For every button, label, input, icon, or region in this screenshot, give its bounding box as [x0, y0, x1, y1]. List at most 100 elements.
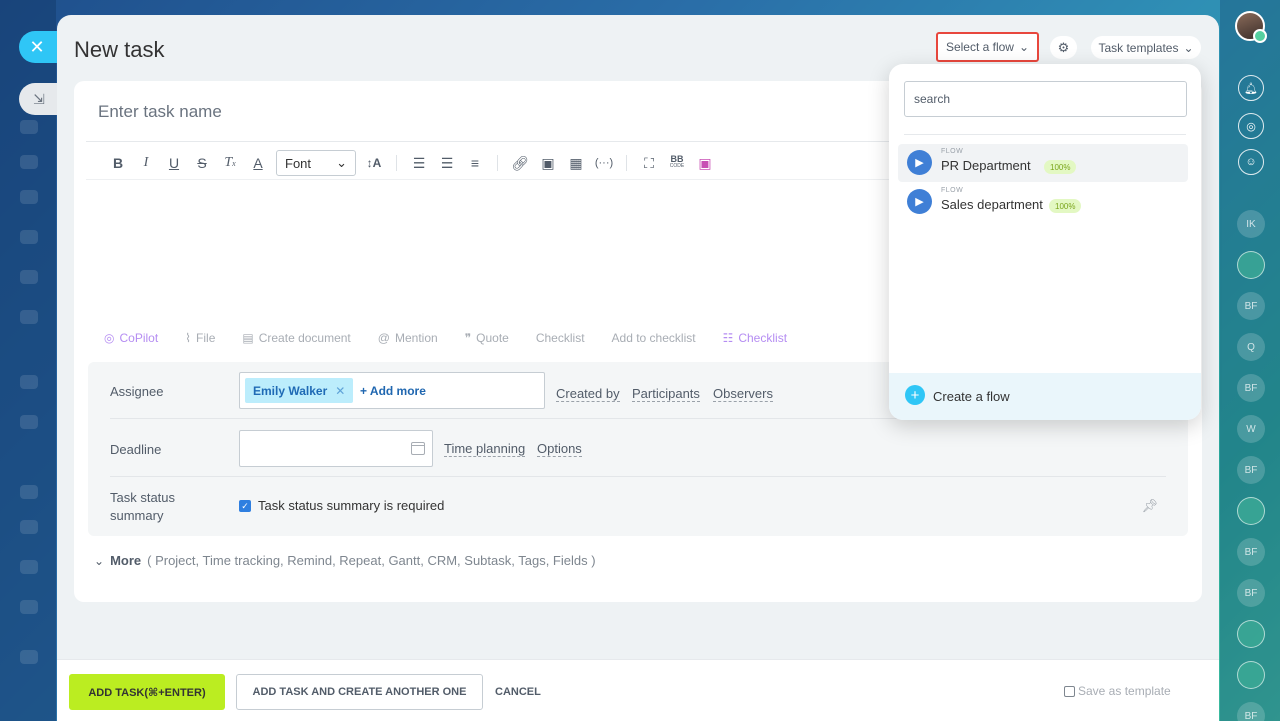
clear-format-icon[interactable]: Tx	[216, 151, 244, 175]
close-icon: ✕	[29, 36, 45, 57]
align-icon[interactable]: ≡	[461, 151, 489, 175]
copilot-icon[interactable]: ◎	[1238, 113, 1264, 139]
create-flow-row[interactable]: + Create a flow	[889, 373, 1201, 420]
flow-icon: ▶	[907, 150, 932, 175]
save-as-template[interactable]: Save as template	[1064, 684, 1171, 698]
font-size-icon[interactable]: ↕A	[360, 151, 388, 175]
rail-avatar-circle[interactable]: IK	[1237, 210, 1265, 238]
font-select[interactable]: Font ⌄	[276, 150, 356, 176]
create-document-action[interactable]: ▤ Create document	[242, 331, 350, 345]
chevron-down-icon: ⌄	[94, 553, 105, 568]
strikethrough-icon[interactable]: S	[188, 151, 216, 175]
file-action[interactable]: ⌇ File	[185, 331, 215, 345]
options-link[interactable]: Options	[537, 441, 582, 457]
pin-icon[interactable]: 📌︎	[1141, 498, 1158, 514]
rail-avatar-circle[interactable]	[1237, 497, 1265, 525]
create-document-label: Create document	[258, 331, 351, 345]
assignee-chip-label: Emily Walker	[253, 383, 328, 398]
participants-link[interactable]: Participants	[632, 386, 700, 402]
rail-avatar-circle[interactable]: BF	[1237, 292, 1265, 320]
add-more-link[interactable]: + Add more	[360, 384, 426, 398]
add-and-create-another-button[interactable]: ADD TASK AND CREATE ANOTHER ONE	[236, 674, 483, 710]
bold-icon[interactable]: B	[104, 151, 132, 175]
editor-actions: ◎ CoPilot ⌇ File ▤ Create document @ Mention…	[104, 331, 787, 345]
flow-efficiency-badge: 100%	[1044, 160, 1077, 174]
assignee-chip[interactable]: Emily Walker ✕	[245, 378, 354, 403]
text-color-icon[interactable]: A	[244, 151, 272, 175]
close-slider-button[interactable]: ✕	[19, 31, 59, 63]
bell-icon[interactable]: 🔔︎	[1238, 75, 1264, 101]
bulleted-list-icon[interactable]: ☰	[433, 151, 461, 175]
at-icon: @	[377, 331, 390, 345]
rail-avatar-circle[interactable]: Q	[1237, 333, 1265, 361]
select-flow-button[interactable]: Select a flow ⌄	[936, 32, 1039, 62]
page-title: New task	[74, 37, 165, 62]
bbcode-label: BB	[670, 154, 684, 164]
copilot-action[interactable]: ◎ CoPilot	[104, 331, 158, 345]
code-icon[interactable]: (···)	[590, 151, 618, 175]
ai-image-icon[interactable]: ▣	[691, 151, 719, 175]
flow-icon: ▶	[907, 189, 932, 214]
deadline-input[interactable]	[239, 430, 433, 467]
status-dot-icon	[1253, 29, 1267, 43]
rail-avatar-circle[interactable]: BF	[1237, 456, 1265, 484]
rail-avatar-circle[interactable]	[1237, 661, 1265, 689]
user-avatar[interactable]	[1235, 11, 1267, 43]
rail-avatar-circle[interactable]: BF	[1237, 579, 1265, 607]
time-planning-link[interactable]: Time planning	[444, 441, 526, 457]
rail-avatar-circle[interactable]: BF	[1237, 702, 1265, 721]
table-icon[interactable]: ▦	[562, 151, 590, 175]
status-summary-label: Task status summary	[110, 489, 175, 525]
editor-toolbar: B I U S Tx A Font ⌄ ↕A ☰ ☰ ≡ 🔗︎ ▣ ▦ (···)…	[104, 150, 719, 176]
image-icon[interactable]: ▣	[534, 151, 562, 175]
save-template-checkbox[interactable]	[1064, 685, 1075, 697]
rail-avatar-circle[interactable]: W	[1237, 415, 1265, 443]
more-section[interactable]: ⌄ More ( Project, Time tracking, Remind,…	[94, 553, 596, 568]
cancel-button[interactable]: CANCEL	[495, 686, 541, 698]
observers-link[interactable]: Observers	[713, 386, 773, 402]
flow-name: PR Department	[941, 158, 1031, 173]
flow-item-pr-department[interactable]: ▶ FLOW PR Department 100%	[898, 144, 1188, 182]
flow-item-sales-department[interactable]: ▶ FLOW Sales department 100%	[898, 183, 1188, 221]
calendar-icon[interactable]	[411, 442, 425, 455]
status-summary-checkbox[interactable]: ✓	[239, 500, 251, 512]
flow-caption: FLOW	[941, 148, 964, 155]
rail-avatar-circle[interactable]	[1237, 251, 1265, 279]
link-icon[interactable]: 🔗︎	[506, 151, 534, 175]
flow-caption: FLOW	[941, 187, 964, 194]
assignee-label: Assignee	[110, 384, 164, 399]
add-to-checklist-action[interactable]: Add to checklist	[612, 331, 696, 345]
assignee-field[interactable]: Emily Walker ✕ + Add more	[239, 372, 545, 409]
flow-search-input[interactable]: search	[904, 81, 1187, 117]
quote-icon: ❞	[464, 331, 472, 345]
settings-button[interactable]: ⚙	[1050, 36, 1077, 59]
task-name-input[interactable]: Enter task name	[98, 102, 222, 122]
checklist-action[interactable]: Checklist	[536, 331, 585, 345]
right-rail: 🔔︎ ◎ ☺ IK BF Q BF W BF BF BF BF	[1220, 0, 1280, 721]
document-icon: ▤	[242, 331, 254, 345]
collapse-slider-button[interactable]: ⇲	[19, 83, 59, 115]
task-templates-button[interactable]: Task templates ⌄	[1091, 36, 1201, 59]
add-to-checklist-label: Add to checklist	[611, 331, 696, 345]
chat-icon[interactable]: ☺	[1238, 149, 1264, 175]
checklist-label: Checklist	[535, 331, 585, 345]
mention-action[interactable]: @ Mention	[378, 331, 438, 345]
flow-popup: search ▶ FLOW PR Department 100% ▶ FLOW …	[889, 64, 1201, 420]
created-by-link[interactable]: Created by	[556, 386, 620, 402]
fullscreen-icon[interactable]: ⛶	[635, 151, 663, 175]
ai-checklist-action[interactable]: ☷ Checklist	[723, 331, 787, 345]
rail-avatar-circle[interactable]: BF	[1237, 374, 1265, 402]
quote-action[interactable]: ❞ Quote	[465, 331, 509, 345]
italic-icon[interactable]: I	[132, 151, 160, 175]
chevron-down-icon: ⌄	[1018, 40, 1030, 54]
rail-avatar-circle[interactable]: BF	[1237, 538, 1265, 566]
underline-icon[interactable]: U	[160, 151, 188, 175]
gear-icon: ⚙	[1057, 39, 1070, 55]
chevron-down-icon: ⌄	[1183, 40, 1194, 55]
bbcode-icon[interactable]: BB CODE	[663, 151, 691, 175]
flow-efficiency-badge: 100%	[1049, 199, 1082, 213]
add-task-button[interactable]: ADD TASK(⌘+ENTER)	[69, 674, 225, 710]
remove-icon[interactable]: ✕	[335, 384, 345, 398]
numbered-list-icon[interactable]: ☰	[405, 151, 433, 175]
rail-avatar-circle[interactable]	[1237, 620, 1265, 648]
